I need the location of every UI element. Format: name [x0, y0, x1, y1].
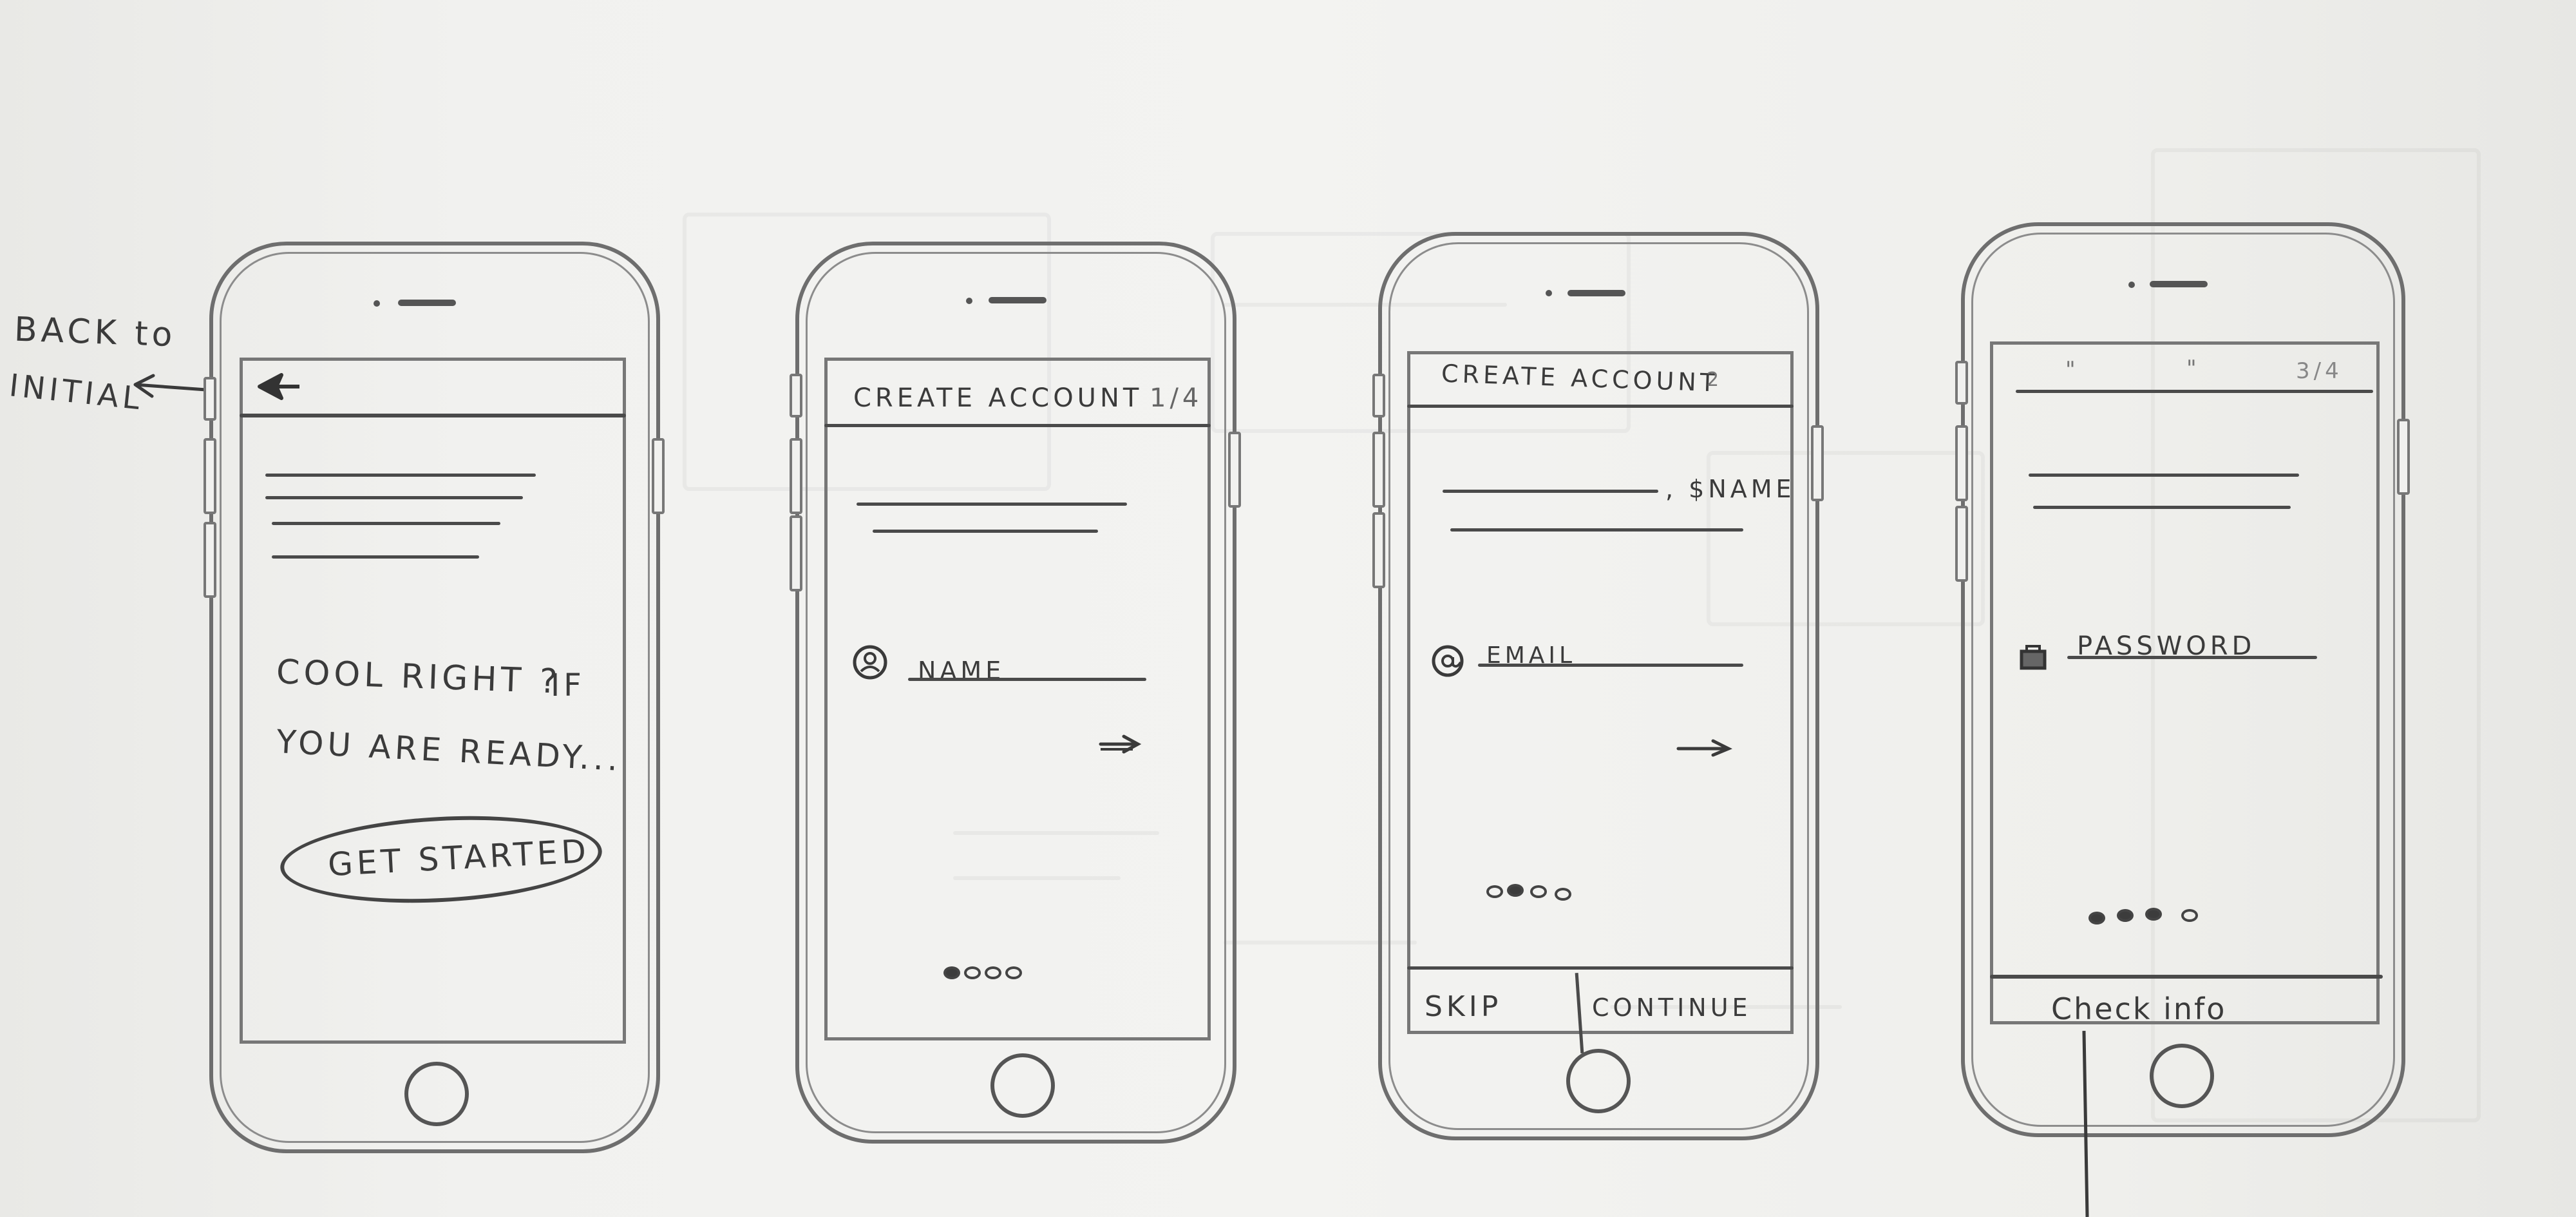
screen-email: CREATE ACCOUNT 2 , $NAME EMAIL SKIP CONT [1407, 351, 1795, 1054]
header-divider [1407, 405, 1794, 408]
get-started-button[interactable]: GET STARTED [278, 809, 605, 910]
home-button[interactable] [2150, 1044, 2214, 1108]
progress-dot [2181, 909, 2198, 922]
skip-label: SKIP [1425, 990, 1502, 1023]
mute-switch [790, 374, 802, 417]
text-line-placeholder [857, 503, 1127, 506]
speaker-grille [1567, 290, 1625, 296]
step-indicator: 3/4 [2296, 358, 2343, 384]
volume-down-button [1955, 506, 1968, 582]
text-line-placeholder [265, 474, 536, 477]
volume-down-button [790, 515, 802, 591]
power-button [652, 438, 665, 514]
greeting-name-variable: , $NAME [1665, 475, 1795, 503]
volume-up-button [790, 438, 802, 514]
intro-headline-line1: COOL RIGHT ? [276, 653, 562, 702]
home-button[interactable] [404, 1062, 469, 1126]
screen-intro: COOL RIGHT ? IF YOU ARE READY... GET STA… [240, 358, 626, 1044]
volume-down-button [204, 522, 216, 598]
progress-dot [1555, 888, 1571, 901]
greeting-placeholder-line [1443, 490, 1658, 493]
progress-dot-active [1507, 884, 1524, 897]
annotation-back-to: BACK to [14, 310, 177, 355]
progress-dot [1486, 885, 1503, 898]
footer-divider [1990, 975, 2383, 979]
text-line-placeholder [2033, 506, 2291, 509]
volume-up-button [1955, 425, 1968, 501]
speaker-grille [2150, 281, 2208, 287]
text-line-placeholder [272, 522, 500, 525]
mute-switch [204, 377, 216, 421]
annotation-arrow-icon [133, 374, 208, 398]
screen-password: " " 3/4 PASSWORD Check info [1990, 341, 2383, 1024]
front-camera [966, 298, 972, 304]
text-line-placeholder [272, 555, 479, 559]
home-button[interactable] [1566, 1049, 1631, 1113]
front-camera [1546, 290, 1552, 296]
header-ditto-mid: " [2186, 356, 2201, 381]
screen-name: CREATE ACCOUNT 1/4 NAME [824, 358, 1211, 1040]
power-button [1811, 425, 1824, 501]
header-divider [2016, 390, 2373, 393]
email-field-underline[interactable] [1478, 664, 1743, 667]
create-account-header: CREATE ACCOUNT [853, 383, 1143, 413]
continue-button[interactable]: CONTINUE [1584, 970, 1794, 1031]
user-icon [853, 645, 887, 680]
check-info-button[interactable]: Check info [2019, 982, 2354, 1028]
at-sign-icon [1432, 645, 1464, 677]
speaker-grille [398, 300, 456, 306]
continue-label: CONTINUE [1592, 993, 1752, 1022]
lock-icon [2020, 645, 2047, 670]
progress-dot-done [2088, 912, 2105, 925]
intro-headline-line2: YOU ARE READY... [275, 723, 623, 778]
text-line-placeholder [265, 496, 523, 499]
text-line-placeholder [2029, 474, 2299, 477]
name-field-underline[interactable] [908, 678, 1146, 681]
progress-dot [1005, 966, 1022, 979]
progress-dot-done [2117, 909, 2134, 922]
intro-headline-if: IF [551, 667, 585, 704]
check-info-label: Check info [2051, 992, 2227, 1026]
home-button[interactable] [990, 1053, 1055, 1118]
step-indicator: 1/4 [1150, 383, 1203, 413]
mute-switch [1955, 361, 1968, 405]
text-line-placeholder [873, 530, 1098, 533]
skip-button[interactable]: SKIP [1410, 970, 1575, 1031]
password-field-label: PASSWORD [2077, 631, 2256, 661]
volume-up-button [1372, 432, 1385, 508]
power-button [1228, 432, 1241, 508]
speaker-grille [989, 297, 1046, 303]
progress-dot [964, 966, 981, 979]
progress-dot-active [2145, 908, 2162, 921]
get-started-label: GET STARTED [327, 832, 591, 884]
mute-switch [1372, 374, 1385, 417]
front-camera [374, 300, 380, 307]
volume-down-button [1372, 512, 1385, 588]
progress-dot [1530, 885, 1547, 898]
header-divider [824, 424, 1211, 427]
progress-dot-active [943, 966, 960, 979]
next-arrow-icon[interactable] [1098, 731, 1143, 757]
header-ditto-left: " [2065, 357, 2079, 383]
power-button [2397, 419, 2410, 495]
next-arrow-icon[interactable] [1676, 734, 1734, 760]
back-arrow-icon[interactable] [254, 372, 306, 405]
password-field-underline[interactable] [2067, 656, 2317, 659]
step-indicator: 2 [1707, 369, 1723, 391]
volume-up-button [204, 438, 216, 514]
text-line-placeholder [1450, 528, 1743, 532]
create-account-header: CREATE ACCOUNT [1441, 359, 1719, 398]
front-camera [2128, 282, 2135, 288]
progress-dot [985, 966, 1001, 979]
header-divider [240, 414, 626, 417]
